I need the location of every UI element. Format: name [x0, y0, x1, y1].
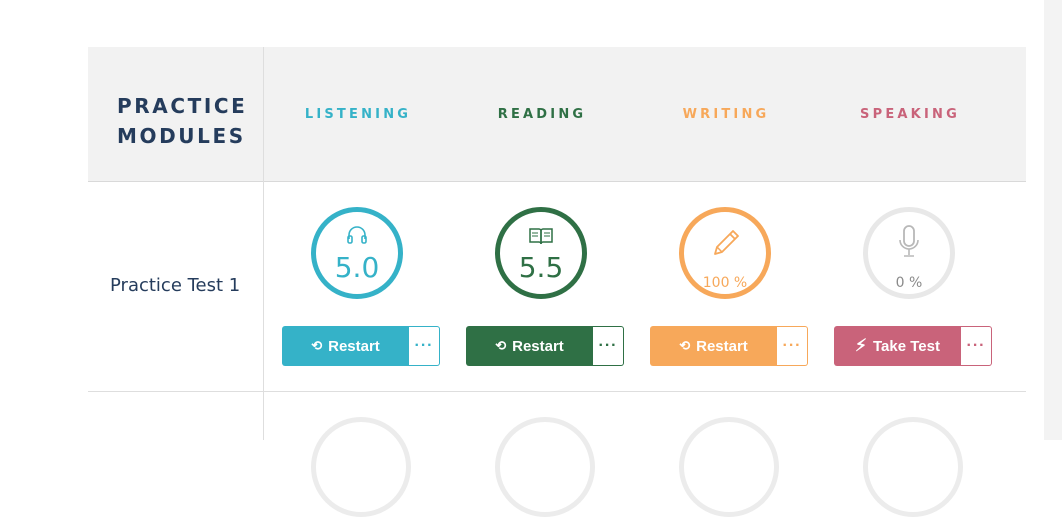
restart-icon: ⟲ [311, 338, 323, 353]
writing-button-group: ⟲ Restart ··· [650, 326, 808, 366]
next-row-reading-ring [495, 417, 595, 517]
reading-score-ring: 5.5 [495, 207, 587, 299]
practice-modules-table: PRACTICE MODULES LISTENING READING WRITI… [88, 47, 1026, 517]
column-title-reading: READING [497, 107, 587, 122]
column-title-listening: LISTENING [304, 107, 412, 122]
next-row-speaking-ring [863, 417, 963, 517]
speaking-progress: 0 % [895, 275, 923, 291]
scrollbar[interactable] [1044, 0, 1062, 440]
listening-restart-button[interactable]: ⟲ Restart [282, 326, 409, 366]
writing-score-ring: 100 % [679, 207, 771, 299]
listening-score: 5.0 [334, 251, 380, 284]
pencil-icon [714, 230, 739, 255]
reading-button-group: ⟲ Restart ··· [466, 326, 624, 366]
speaking-take-test-button[interactable]: ⚡︎ Take Test [834, 326, 961, 366]
reading-more-button[interactable]: ··· [593, 326, 624, 366]
lightning-icon: ⚡︎ [855, 336, 867, 355]
speaking-score-ring: 0 % [863, 207, 955, 299]
modules-title-line1: PRACTICE [117, 94, 248, 118]
column-divider [263, 47, 264, 440]
modules-title-line2: MODULES [117, 124, 246, 148]
speaking-take-test-label: Take Test [872, 337, 940, 355]
column-title-writing: WRITING [682, 107, 770, 122]
reading-score: 5.5 [518, 251, 564, 284]
next-row-writing-ring [679, 417, 779, 517]
writing-more-button[interactable]: ··· [777, 326, 808, 366]
microphone-icon [899, 225, 919, 257]
speaking-more-button[interactable]: ··· [961, 326, 992, 366]
row-divider [88, 391, 1026, 392]
restart-icon: ⟲ [679, 338, 691, 353]
column-title-speaking: SPEAKING [860, 107, 960, 122]
practice-modules-title: PRACTICE MODULES [117, 91, 247, 151]
writing-restart-button[interactable]: ⟲ Restart [650, 326, 777, 366]
listening-score-ring: 5.0 [311, 207, 403, 299]
listening-restart-label: Restart [328, 337, 380, 355]
row-label-practice-test-1: Practice Test 1 [110, 275, 241, 296]
writing-restart-label: Restart [696, 337, 748, 355]
restart-icon: ⟲ [495, 338, 507, 353]
writing-progress: 100 % [702, 275, 748, 291]
book-icon [529, 228, 553, 245]
headphones-icon [347, 226, 367, 244]
reading-restart-button[interactable]: ⟲ Restart [466, 326, 593, 366]
reading-restart-label: Restart [512, 337, 564, 355]
listening-more-button[interactable]: ··· [409, 326, 440, 366]
next-row-listening-ring [311, 417, 411, 517]
listening-button-group: ⟲ Restart ··· [282, 326, 440, 366]
speaking-button-group: ⚡︎ Take Test ··· [834, 326, 992, 366]
